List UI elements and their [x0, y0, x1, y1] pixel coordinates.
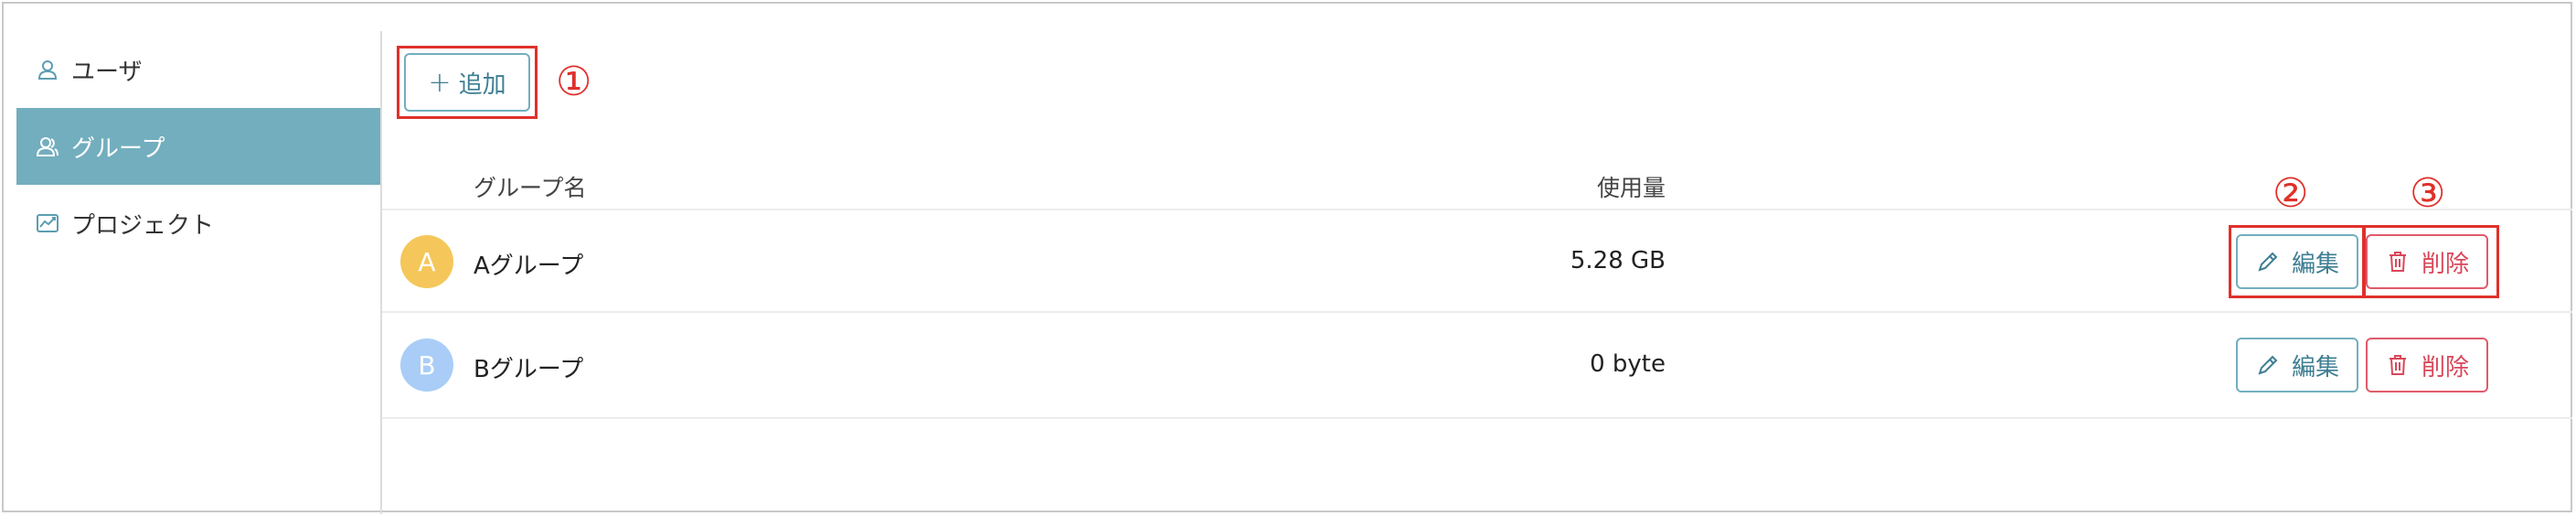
avatar: B: [400, 339, 453, 392]
annotation-box-1: [397, 46, 538, 119]
annotation-box-3: [2362, 225, 2499, 298]
table-row-divider: [382, 209, 2572, 210]
sidebar-item-users[interactable]: ユーザ: [16, 31, 380, 108]
table-row-divider: [382, 417, 2572, 419]
group-usage: 0 byte: [1590, 350, 1666, 378]
annotation-number-1: ①: [556, 59, 592, 105]
edit-button-label: 編集: [2291, 353, 2339, 382]
pencil-icon: [2255, 352, 2281, 378]
sidebar-item-projects[interactable]: プロジェクト: [16, 185, 380, 262]
user-icon: [35, 57, 60, 82]
group-usage: 5.28 GB: [1570, 247, 1666, 274]
column-header-usage: 使用量: [1596, 175, 1666, 201]
main-content: + 追加 ① グループ名 使用量 ② ③ A Aグループ 5.28 GB 編集 …: [382, 0, 2572, 512]
annotation-box-2: [2229, 225, 2366, 298]
group-icon: [35, 134, 60, 159]
sidebar-item-label: プロジェクト: [71, 211, 215, 240]
avatar: A: [400, 235, 453, 288]
table-row-divider: [382, 311, 2572, 313]
edit-button[interactable]: 編集: [2236, 338, 2358, 392]
group-name: Bグループ: [474, 356, 584, 383]
trash-icon: [2385, 352, 2411, 378]
sidebar: ユーザ グループ プロジェクト: [4, 31, 382, 514]
group-name: Aグループ: [474, 253, 584, 280]
sidebar-item-label: グループ: [71, 134, 165, 163]
sidebar-item-groups[interactable]: グループ: [16, 108, 380, 185]
delete-button[interactable]: 削除: [2366, 338, 2488, 392]
project-icon: [35, 210, 60, 236]
delete-button-label: 削除: [2421, 353, 2469, 382]
sidebar-item-label: ユーザ: [71, 58, 143, 86]
column-header-name: グループ名: [474, 175, 587, 201]
